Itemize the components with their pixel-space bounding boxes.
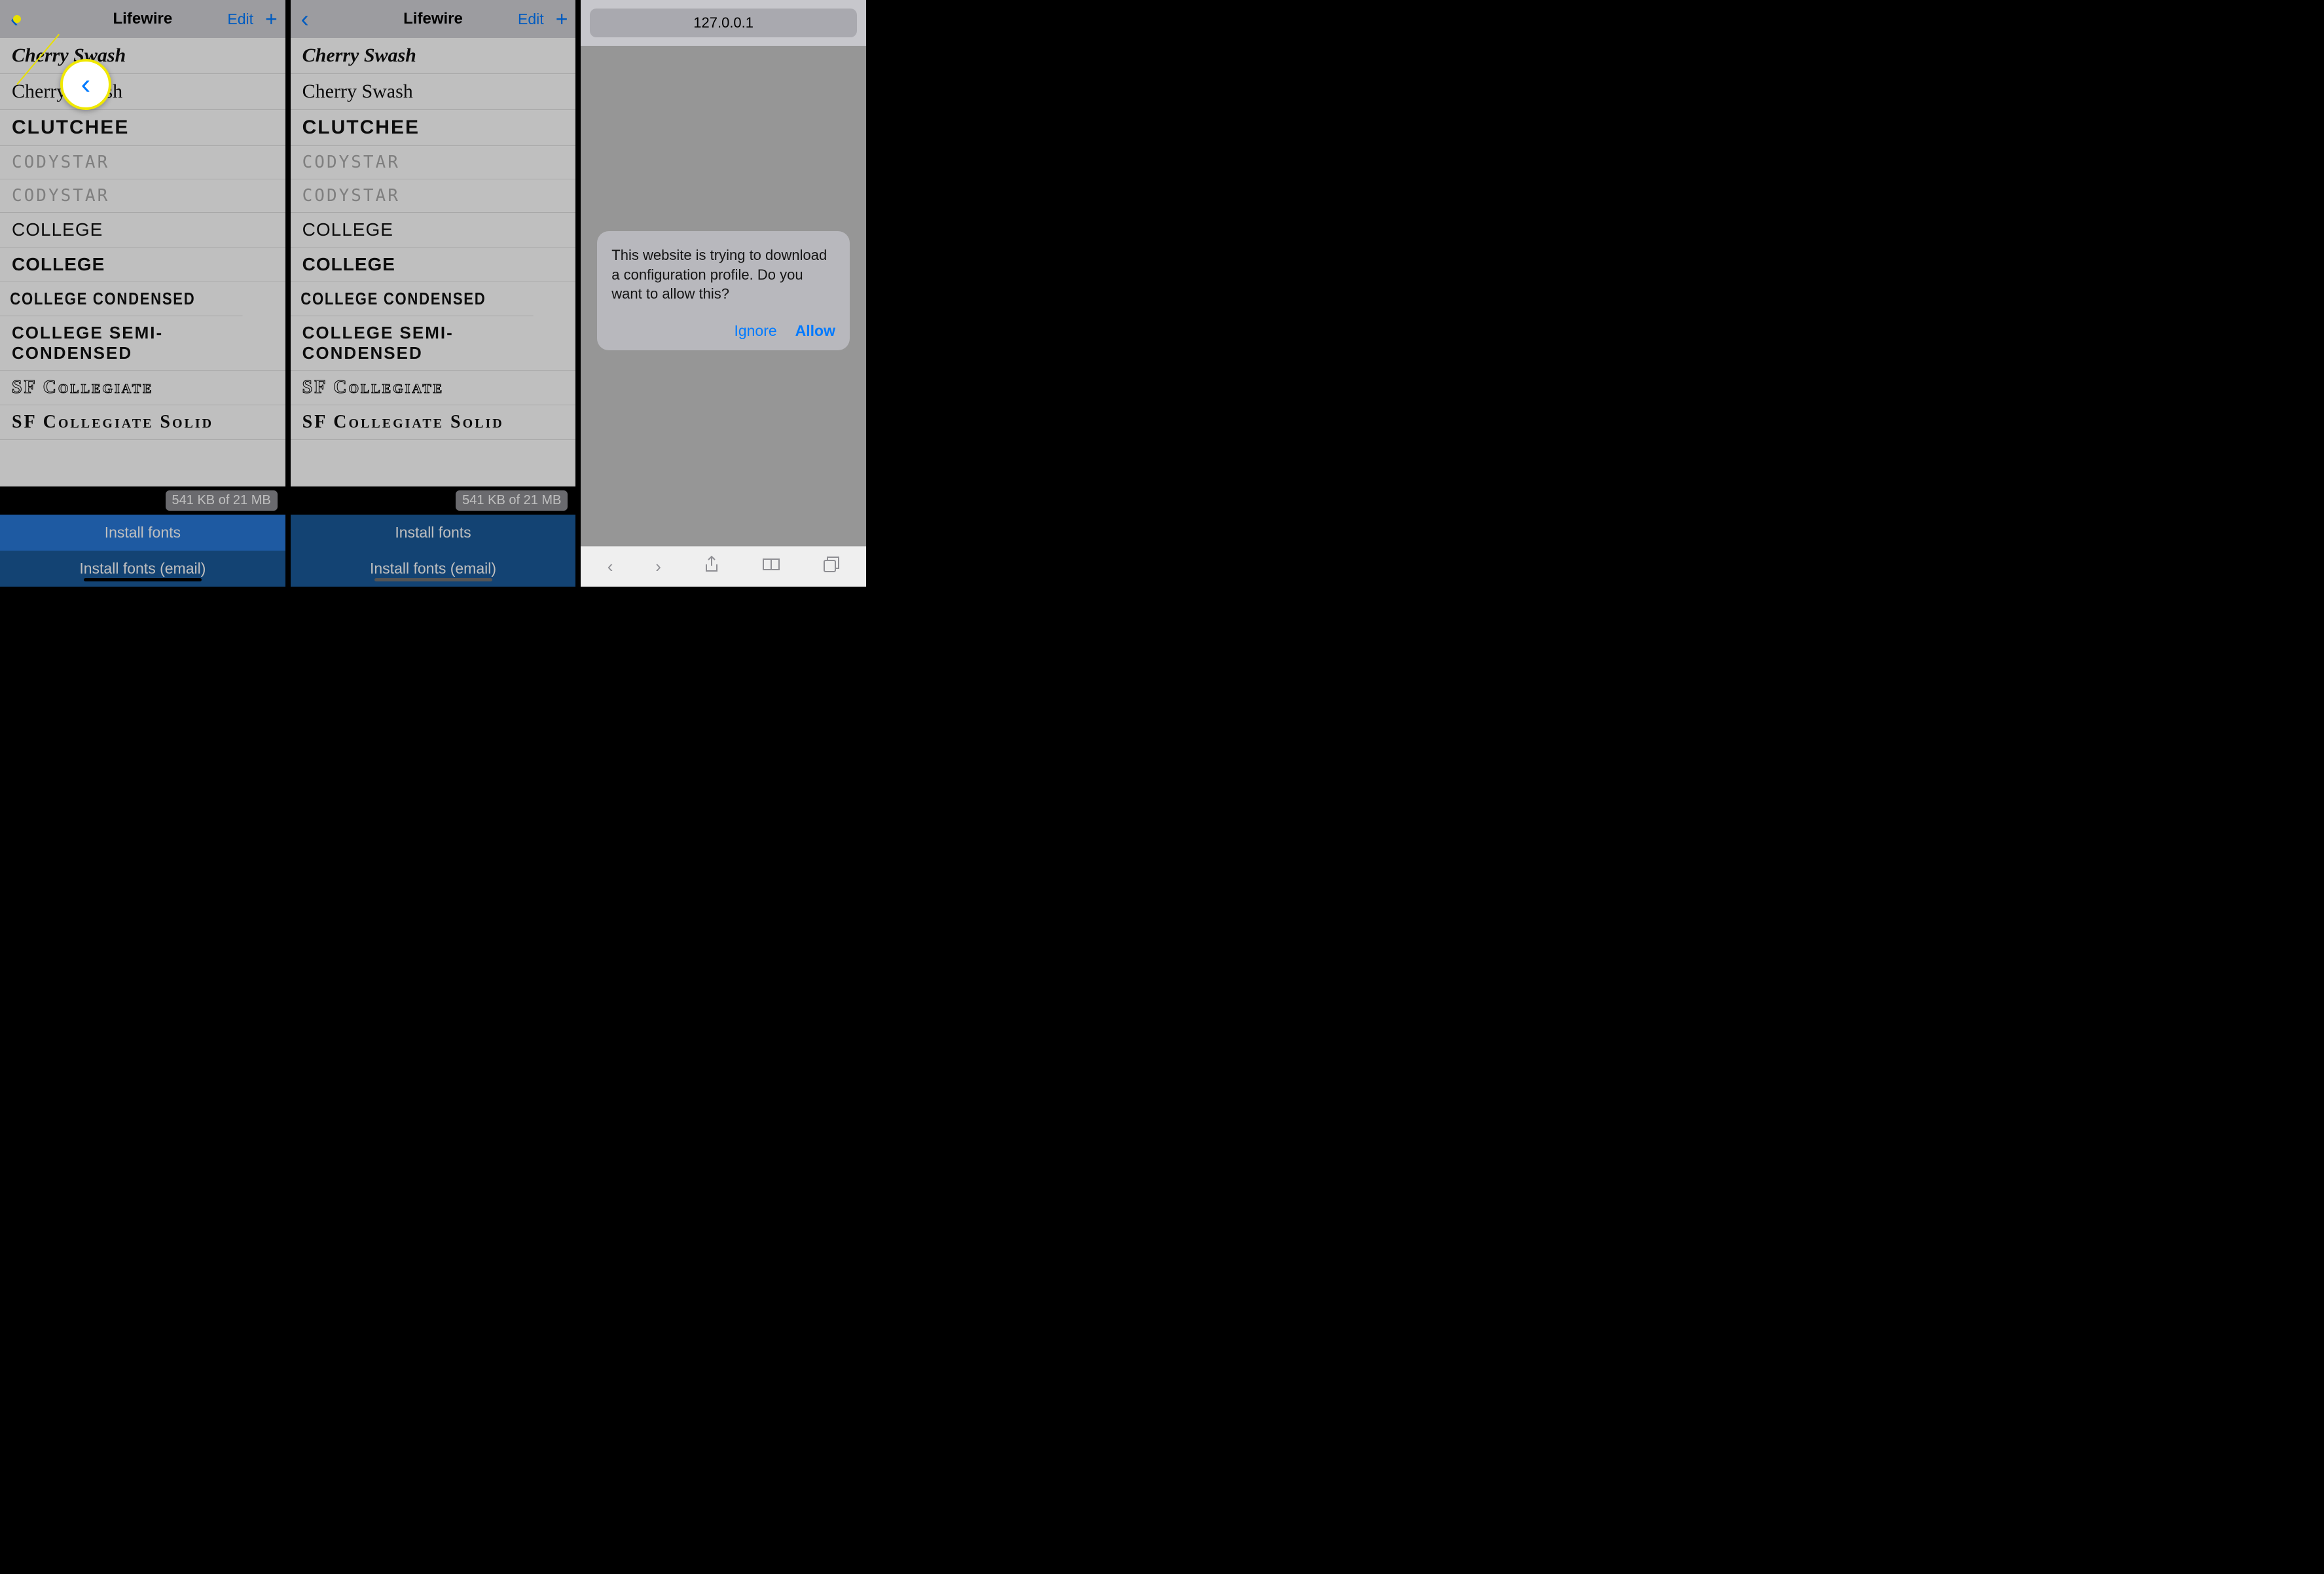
font-row[interactable]: CODYSTAR <box>0 179 285 213</box>
home-indicator[interactable] <box>84 578 202 581</box>
url-field[interactable]: 127.0.0.1 <box>590 9 857 37</box>
font-row[interactable]: CLUTCHEE <box>291 110 576 146</box>
edit-button[interactable]: Edit <box>227 10 253 28</box>
forward-icon[interactable]: › <box>655 557 661 577</box>
share-icon[interactable] <box>704 555 719 578</box>
font-row[interactable]: COLLEGE <box>0 247 285 282</box>
allow-button[interactable]: Allow <box>795 322 835 340</box>
font-row[interactable]: CODYSTAR <box>291 179 576 213</box>
add-icon[interactable]: + <box>265 7 278 31</box>
size-badge: 541 KB of 21 MB <box>166 490 278 511</box>
font-row[interactable]: COLLEGE <box>291 213 576 247</box>
alert-message: This website is trying to download a con… <box>611 246 835 304</box>
font-row[interactable]: COLLEGE CONDENSED <box>291 282 533 316</box>
font-row[interactable]: COLLEGE CONDENSED <box>0 282 242 316</box>
font-row[interactable]: COLLEGE SEMI-CONDENSED <box>291 316 576 371</box>
safari-toolbar: ‹ › <box>581 546 866 587</box>
font-list[interactable]: Cherry SwashCherry SwashCLUTCHEECODYSTAR… <box>0 38 285 486</box>
font-row[interactable]: SF Collegiate <box>0 371 285 405</box>
font-row[interactable]: SF Collegiate Solid <box>291 405 576 440</box>
install-fonts-button[interactable]: Install fonts <box>291 515 576 551</box>
safari-url-bar: 127.0.0.1 <box>581 0 866 46</box>
bookmarks-icon[interactable] <box>762 557 780 577</box>
font-row[interactable]: COLLEGE <box>0 213 285 247</box>
font-row[interactable]: CODYSTAR <box>291 146 576 179</box>
font-row[interactable]: SF Collegiate <box>291 371 576 405</box>
install-fonts-button[interactable]: Install fonts <box>0 515 285 551</box>
edit-button[interactable]: Edit <box>518 10 544 28</box>
add-icon[interactable]: + <box>556 7 568 31</box>
font-row[interactable]: Cherry Swash <box>0 74 285 110</box>
font-row[interactable]: CODYSTAR <box>0 146 285 179</box>
navigation-bar: ‹ Lifewire Edit + <box>291 0 576 38</box>
callout-back: ‹ <box>60 59 111 110</box>
back-icon[interactable]: ‹ <box>608 557 613 577</box>
safari-content: This website is trying to download a con… <box>581 46 866 546</box>
navigation-bar: ‹ Lifewire Edit + <box>0 0 285 38</box>
font-row[interactable]: COLLEGE <box>291 247 576 282</box>
font-row[interactable]: Cherry Swash <box>291 74 576 110</box>
callout-dot <box>13 15 21 23</box>
size-badge: 541 KB of 21 MB <box>456 490 568 511</box>
page-title: Lifewire <box>113 10 173 28</box>
font-row[interactable]: CLUTCHEE <box>0 110 285 146</box>
font-list[interactable]: Cherry SwashCherry SwashCLUTCHEECODYSTAR… <box>291 38 576 486</box>
home-indicator[interactable] <box>374 578 492 581</box>
font-row[interactable]: SF Collegiate Solid <box>0 405 285 440</box>
ignore-button[interactable]: Ignore <box>734 322 776 340</box>
tabs-icon[interactable] <box>823 556 840 577</box>
font-row[interactable]: Cherry Swash <box>0 38 285 74</box>
font-row[interactable]: COLLEGE SEMI-CONDENSED <box>0 316 285 371</box>
page-title: Lifewire <box>403 10 463 28</box>
profile-alert: This website is trying to download a con… <box>597 231 850 350</box>
back-icon[interactable]: ‹ <box>299 5 312 33</box>
font-row[interactable]: Cherry Swash <box>291 38 576 74</box>
